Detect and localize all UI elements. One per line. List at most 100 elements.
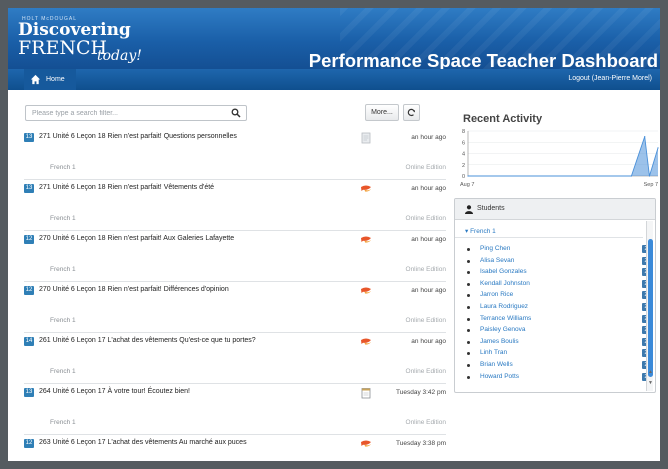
nav-home-tab[interactable]: Home xyxy=(24,69,76,90)
recent-activity-title: Recent Activity xyxy=(463,113,543,125)
activity-row[interactable]: 12 270 Unité 6 Leçon 18 Rien n'est parfai… xyxy=(24,231,446,282)
scrollbar-thumb[interactable] xyxy=(648,239,653,377)
y-tick-label: 0 xyxy=(462,174,465,180)
student-name[interactable]: Brian Wells xyxy=(480,361,513,368)
bullet xyxy=(467,352,470,356)
activity-course: French 1 xyxy=(50,266,76,273)
logo-line-3: today! xyxy=(97,48,142,64)
student-item[interactable]: Kendall Johnston28 xyxy=(467,279,653,289)
student-name[interactable]: Linh Tran xyxy=(480,349,507,356)
students-panel: Students ▾ French 1 Ping Chen25 Alisa Sev… xyxy=(454,198,656,393)
refresh-button[interactable] xyxy=(403,104,420,121)
bullet xyxy=(467,248,470,251)
y-tick-label: 4 xyxy=(462,152,465,158)
student-item[interactable]: Alisa Sevan26 xyxy=(467,256,653,266)
header-banner: HOLT McDOUGAL Discovering FRENCH today! … xyxy=(8,8,660,69)
activity-title[interactable]: 271 Unité 6 Leçon 18 Rien n'est parfait!… xyxy=(39,132,274,142)
recent-activity-chart: 0 2 4 6 8 Aug 7 Sep 7 xyxy=(460,129,659,188)
activity-row[interactable]: 13 271 Unité 6 Leçon 18 Rien n'est parfai… xyxy=(24,180,446,231)
activity-row[interactable]: 13 264 Unité 6 Leçon 17 À votre tour! Éco… xyxy=(24,384,446,435)
student-name[interactable]: Paisley Genova xyxy=(480,326,526,333)
y-tick-label: 2 xyxy=(462,163,465,169)
student-name[interactable]: Isabel Gonzales xyxy=(480,268,527,275)
student-name[interactable]: Kendall Johnston xyxy=(480,280,530,287)
logout-link[interactable]: Logout (Jean-Pierre Morel) xyxy=(568,75,652,82)
document-icon xyxy=(361,132,371,144)
group-toggle[interactable]: ▾ French 1 xyxy=(465,227,496,235)
activity-time: an hour ago xyxy=(411,287,446,294)
student-name[interactable]: James Boulis xyxy=(480,338,519,345)
student-item[interactable]: Terrance Williams25 xyxy=(467,314,653,324)
student-item[interactable]: Isabel Gonzales23 xyxy=(467,267,653,277)
activity-course: French 1 xyxy=(50,419,76,426)
caret-down-icon: ▾ xyxy=(465,228,469,235)
activity-edition: Online Edition xyxy=(405,368,446,375)
activity-time: Tuesday 3:38 pm xyxy=(396,440,446,447)
students-scrollbar[interactable]: ▲ ▼ xyxy=(646,221,653,391)
notepad-icon xyxy=(361,388,371,399)
bullet xyxy=(467,340,470,344)
activity-time: an hour ago xyxy=(411,236,446,243)
x-end-label: Sep 7 xyxy=(644,182,658,188)
home-icon xyxy=(30,74,41,85)
activity-time: an hour ago xyxy=(411,185,446,192)
student-item[interactable]: James Boulis25 xyxy=(467,337,653,347)
activity-course: French 1 xyxy=(50,164,76,171)
student-name[interactable]: Alisa Sevan xyxy=(480,257,514,264)
student-name[interactable]: Laura Rodriguez xyxy=(480,303,528,310)
scroll-down-arrow-icon[interactable]: ▼ xyxy=(648,380,653,386)
bullet xyxy=(467,294,470,298)
activity-row[interactable]: 13 271 Unité 6 Leçon 18 Rien n'est parfai… xyxy=(24,129,446,180)
activity-title[interactable]: 270 Unité 6 Leçon 18 Rien n'est parfait!… xyxy=(39,285,274,295)
activity-edition: Online Edition xyxy=(405,164,446,171)
data-point xyxy=(630,175,632,177)
data-point xyxy=(644,136,646,138)
students-title: Students xyxy=(477,205,505,212)
activity-course: French 1 xyxy=(50,215,76,222)
activity-time: Tuesday 3:42 pm xyxy=(396,389,446,396)
scroll-up-arrow-icon[interactable]: ▲ xyxy=(648,369,653,375)
search-input[interactable] xyxy=(32,107,222,119)
student-item[interactable]: Laura Rodriguez24 xyxy=(467,302,653,312)
more-button[interactable]: More... xyxy=(365,104,399,121)
activity-title[interactable]: 263 Unité 6 Leçon 17 L'achat des vêtemen… xyxy=(39,438,274,448)
bullet xyxy=(467,306,470,309)
bullet xyxy=(467,364,470,367)
student-name[interactable]: Terrance Williams xyxy=(480,315,531,322)
speech-icon xyxy=(361,236,371,243)
refresh-icon xyxy=(407,108,415,117)
activity-edition: Online Edition xyxy=(405,266,446,273)
students-header: Students xyxy=(455,199,655,220)
activity-title[interactable]: 270 Unité 6 Leçon 18 Rien n'est parfait!… xyxy=(39,234,274,244)
activity-row[interactable]: 12 263 Unité 6 Leçon 17 L'achat des vêtem… xyxy=(24,435,446,461)
activity-course: French 1 xyxy=(50,368,76,375)
search-icon[interactable] xyxy=(231,108,241,118)
student-item[interactable]: Paisley Genova26 xyxy=(467,325,653,335)
app-window: HOLT McDOUGAL Discovering FRENCH today! … xyxy=(8,8,660,461)
activity-row[interactable]: 12 270 Unité 6 Leçon 18 Rien n'est parfai… xyxy=(24,282,446,333)
student-name[interactable]: Jarron Rice xyxy=(480,291,513,298)
count-badge: 13 xyxy=(24,388,34,397)
activity-row[interactable]: 14 261 Unité 6 Leçon 17 L'achat des vêtem… xyxy=(24,333,446,384)
student-item[interactable]: Jarron Rice25 xyxy=(467,290,653,300)
student-name[interactable]: Ping Chen xyxy=(480,245,510,252)
nav-bar: Home Logout (Jean-Pierre Morel) xyxy=(8,69,660,90)
student-item[interactable]: Howard Potts25 xyxy=(467,372,653,382)
student-item[interactable]: Ping Chen25 xyxy=(467,244,653,254)
y-tick-label: 8 xyxy=(462,129,465,135)
count-badge: 13 xyxy=(24,133,34,142)
data-point xyxy=(467,175,469,177)
nav-home-label: Home xyxy=(46,76,65,83)
student-item[interactable]: Brian Wells23 xyxy=(467,360,653,370)
activity-title[interactable]: 261 Unité 6 Leçon 17 L'achat des vêtemen… xyxy=(39,336,274,346)
speech-icon xyxy=(361,338,371,345)
student-item[interactable]: Linh Tran27 xyxy=(467,348,653,358)
search-box xyxy=(25,105,247,121)
activity-title[interactable]: 264 Unité 6 Leçon 17 À votre tour! Écout… xyxy=(39,387,274,397)
y-tick-label: 6 xyxy=(462,140,465,146)
student-name[interactable]: Howard Potts xyxy=(480,373,519,380)
count-badge: 14 xyxy=(24,337,34,346)
activity-list: 13 271 Unité 6 Leçon 18 Rien n'est parfai… xyxy=(24,129,446,461)
activity-title[interactable]: 271 Unité 6 Leçon 18 Rien n'est parfait!… xyxy=(39,183,274,193)
activity-time: an hour ago xyxy=(411,134,446,141)
